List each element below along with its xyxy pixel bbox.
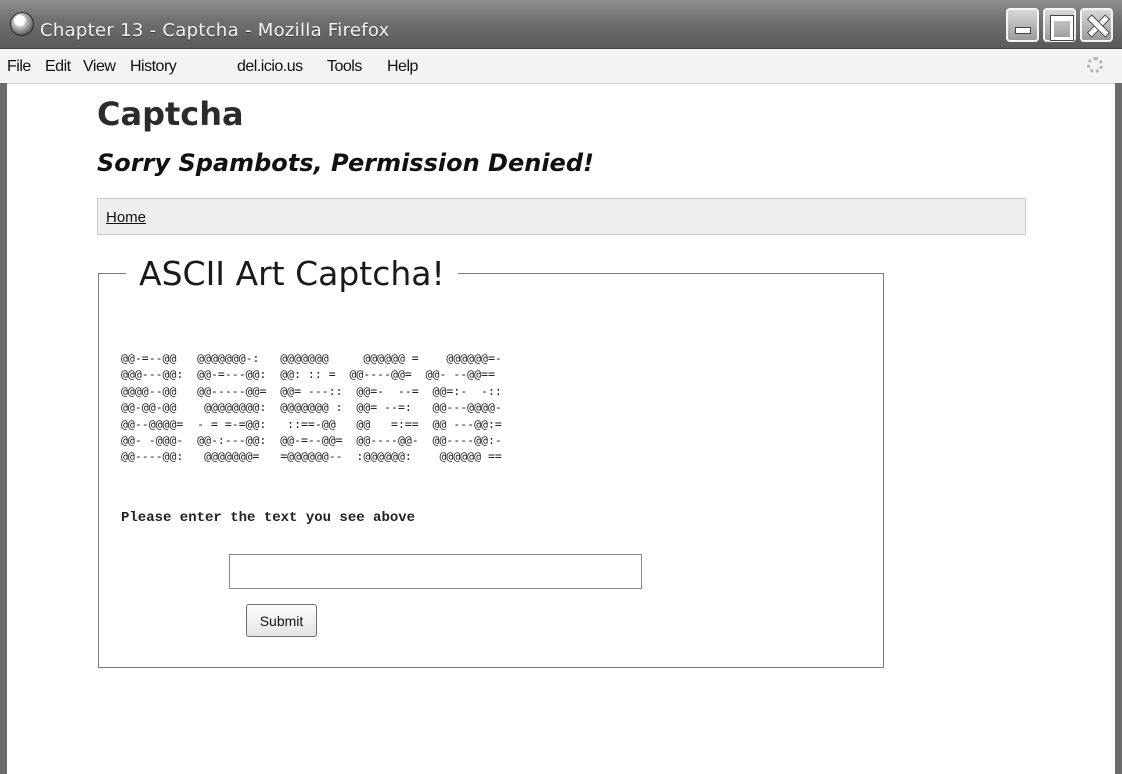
loading-throbber-icon: [1087, 57, 1103, 73]
captcha-ascii-art: @@-=--@@ @@@@@@@-: @@@@@@@ @@@@@@ = @@@@…: [121, 351, 502, 464]
window-title: Chapter 13 - Captcha - Mozilla Firefox: [40, 20, 390, 41]
menu-file[interactable]: File: [7, 58, 31, 76]
menu-edit[interactable]: Edit: [45, 58, 71, 76]
submit-button[interactable]: Submit: [246, 604, 317, 637]
title-bar: Chapter 13 - Captcha - Mozilla Firefox: [0, 0, 1122, 49]
captcha-prompt: Please enter the text you see above: [121, 510, 416, 526]
menu-history[interactable]: History: [130, 58, 177, 76]
captcha-fieldset: [98, 273, 884, 668]
menu-bar: File Edit View History del.icio.us Tools…: [0, 49, 1122, 84]
menu-view[interactable]: View: [83, 58, 116, 76]
site-tagline: Sorry Spambots, Permission Denied!: [97, 149, 594, 177]
minimize-button[interactable]: [1006, 8, 1039, 42]
captcha-legend: ASCII Art Captcha!: [126, 252, 458, 296]
captcha-input[interactable]: [229, 554, 642, 589]
window-frame-right: [1115, 83, 1122, 774]
firefox-icon: [10, 12, 34, 36]
nav-home-link[interactable]: Home: [106, 209, 146, 226]
window-frame-left: [0, 83, 7, 774]
close-button[interactable]: [1080, 8, 1113, 42]
maximize-button[interactable]: [1043, 8, 1076, 42]
menu-delicious[interactable]: del.icio.us: [237, 58, 303, 76]
site-title: Captcha: [97, 95, 244, 133]
menu-tools[interactable]: Tools: [327, 58, 362, 76]
nav-bar: Home: [97, 198, 1026, 235]
menu-help[interactable]: Help: [387, 58, 418, 76]
